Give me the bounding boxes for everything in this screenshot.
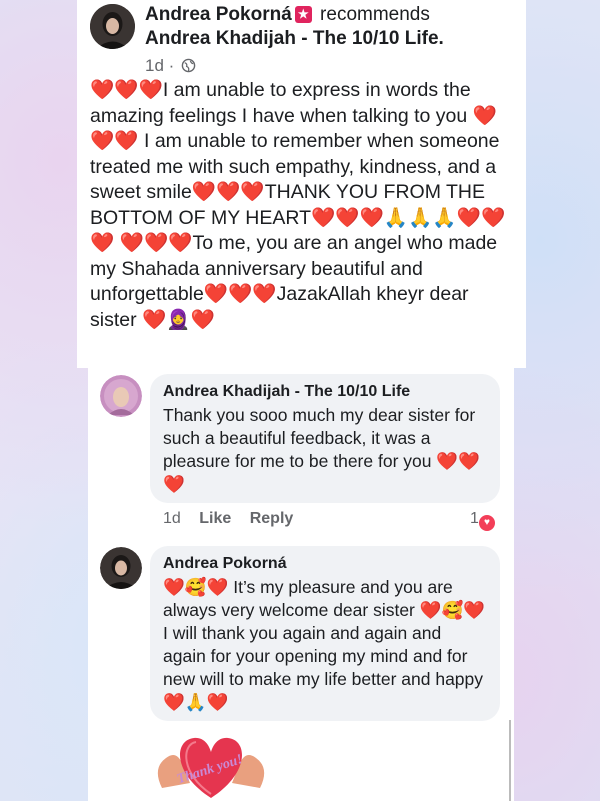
comment-bubble: Andrea Khadijah - The 10/10 Life Thank y…	[150, 374, 500, 503]
author-avatar[interactable]	[90, 4, 135, 49]
thank-you-sticker: Thank you!	[157, 737, 265, 798]
globe-icon	[181, 58, 196, 73]
heart-reaction-icon: ♥	[478, 515, 495, 531]
comment-author[interactable]: Andrea Khadijah - The 10/10 Life	[163, 383, 487, 401]
comment-actions: 1d Like Reply	[163, 510, 307, 528]
comment-text: Thank you sooo much my dear sister for s…	[163, 405, 480, 494]
author-name[interactable]: Andrea Pokorná	[145, 4, 292, 25]
comment-time[interactable]: 1d	[163, 510, 181, 527]
reply-text: ❤️🥰❤️ It’s my pleasure and you are alway…	[163, 577, 486, 712]
like-button[interactable]: Like	[199, 510, 231, 527]
commenter-avatar[interactable]	[100, 375, 142, 417]
reply-bubble: Andrea Pokorná ❤️🥰❤️ It’s my pleasure an…	[150, 546, 500, 721]
reaction-count[interactable]: 1 ♥	[470, 510, 495, 531]
reply-button[interactable]: Reply	[250, 510, 294, 527]
post-meta: 1d ·	[145, 56, 196, 76]
post-time[interactable]: 1d ·	[145, 56, 174, 75]
thread-line	[509, 720, 511, 801]
reply-author[interactable]: Andrea Pokorná	[163, 555, 487, 573]
page-name[interactable]: Andrea Khadijah - The 10/10 Life.	[145, 28, 525, 50]
reaction-number: 1	[470, 510, 479, 527]
post-text: ❤️❤️❤️I am unable to express in words th…	[90, 79, 506, 331]
recommends-text: recommends	[320, 4, 430, 25]
post-header: Andrea Pokorná ★ recommends Andrea Khadij…	[145, 4, 525, 50]
reply-avatar[interactable]	[100, 547, 142, 589]
recommend-icon: ★	[294, 6, 312, 23]
